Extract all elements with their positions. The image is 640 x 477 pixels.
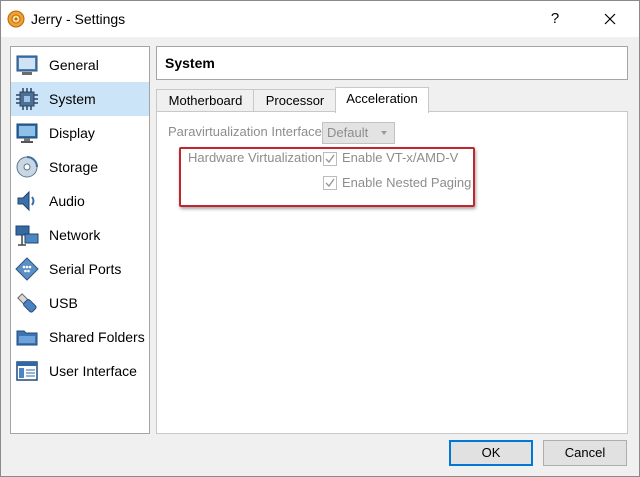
monitor-icon — [15, 121, 39, 145]
cancel-button[interactable]: Cancel — [543, 440, 627, 466]
chip-icon — [15, 87, 39, 111]
sidebar-item-user-interface[interactable]: User Interface — [11, 354, 149, 388]
sidebar-item-audio[interactable]: Audio — [11, 184, 149, 218]
settings-sidebar: General System Display Storage Audio Net… — [10, 46, 150, 434]
sidebar-item-shared-folders[interactable]: Shared Folders — [11, 320, 149, 354]
ok-button[interactable]: OK — [449, 440, 533, 466]
page-header: System — [156, 46, 628, 80]
sidebar-item-label: Network — [49, 227, 101, 243]
sidebar-item-usb[interactable]: USB — [11, 286, 149, 320]
paravirtualization-label: Paravirtualization Interface: — [168, 124, 326, 139]
tab-processor[interactable]: Processor — [253, 89, 337, 112]
sidebar-item-label: Serial Ports — [49, 261, 122, 277]
sidebar-item-label: Shared Folders — [49, 329, 145, 345]
sidebar-item-network[interactable]: Network — [11, 218, 149, 252]
network-icon — [15, 223, 39, 247]
serial-port-icon — [15, 257, 39, 281]
sidebar-item-label: USB — [49, 295, 78, 311]
folder-icon — [15, 325, 39, 349]
window-icon — [15, 359, 39, 383]
sidebar-item-label: Audio — [49, 193, 85, 209]
sidebar-item-label: General — [49, 57, 99, 73]
tab-motherboard[interactable]: Motherboard — [156, 89, 255, 112]
chevron-down-icon — [381, 131, 387, 135]
highlight-annotation-box — [179, 147, 475, 207]
tab-acceleration[interactable]: Acceleration — [335, 87, 429, 113]
sidebar-item-display[interactable]: Display — [11, 116, 149, 150]
sidebar-item-general[interactable]: General — [11, 48, 149, 82]
paravirtualization-value: Default — [327, 125, 369, 140]
settings-window: Jerry - Settings ? General System Displa… — [0, 0, 640, 477]
sidebar-item-storage[interactable]: Storage — [11, 150, 149, 184]
sidebar-item-label: Display — [49, 125, 95, 141]
title-bar: Jerry - Settings ? — [1, 1, 639, 37]
sidebar-item-serial-ports[interactable]: Serial Ports — [11, 252, 149, 286]
virtualbox-icon — [7, 10, 25, 28]
page-title: System — [165, 55, 215, 71]
close-button[interactable] — [597, 7, 623, 31]
close-icon — [604, 13, 616, 25]
usb-icon — [15, 291, 39, 315]
paravirtualization-select[interactable]: Default — [322, 122, 395, 144]
sidebar-item-label: Storage — [49, 159, 99, 175]
storage-icon — [15, 155, 39, 179]
window-title: Jerry - Settings — [31, 11, 126, 27]
speaker-icon — [15, 189, 39, 213]
general-icon — [15, 53, 39, 77]
sidebar-item-label: User Interface — [49, 363, 137, 379]
sidebar-item-system[interactable]: System — [11, 82, 149, 116]
help-button[interactable]: ? — [543, 7, 567, 31]
sidebar-item-label: System — [49, 91, 96, 107]
